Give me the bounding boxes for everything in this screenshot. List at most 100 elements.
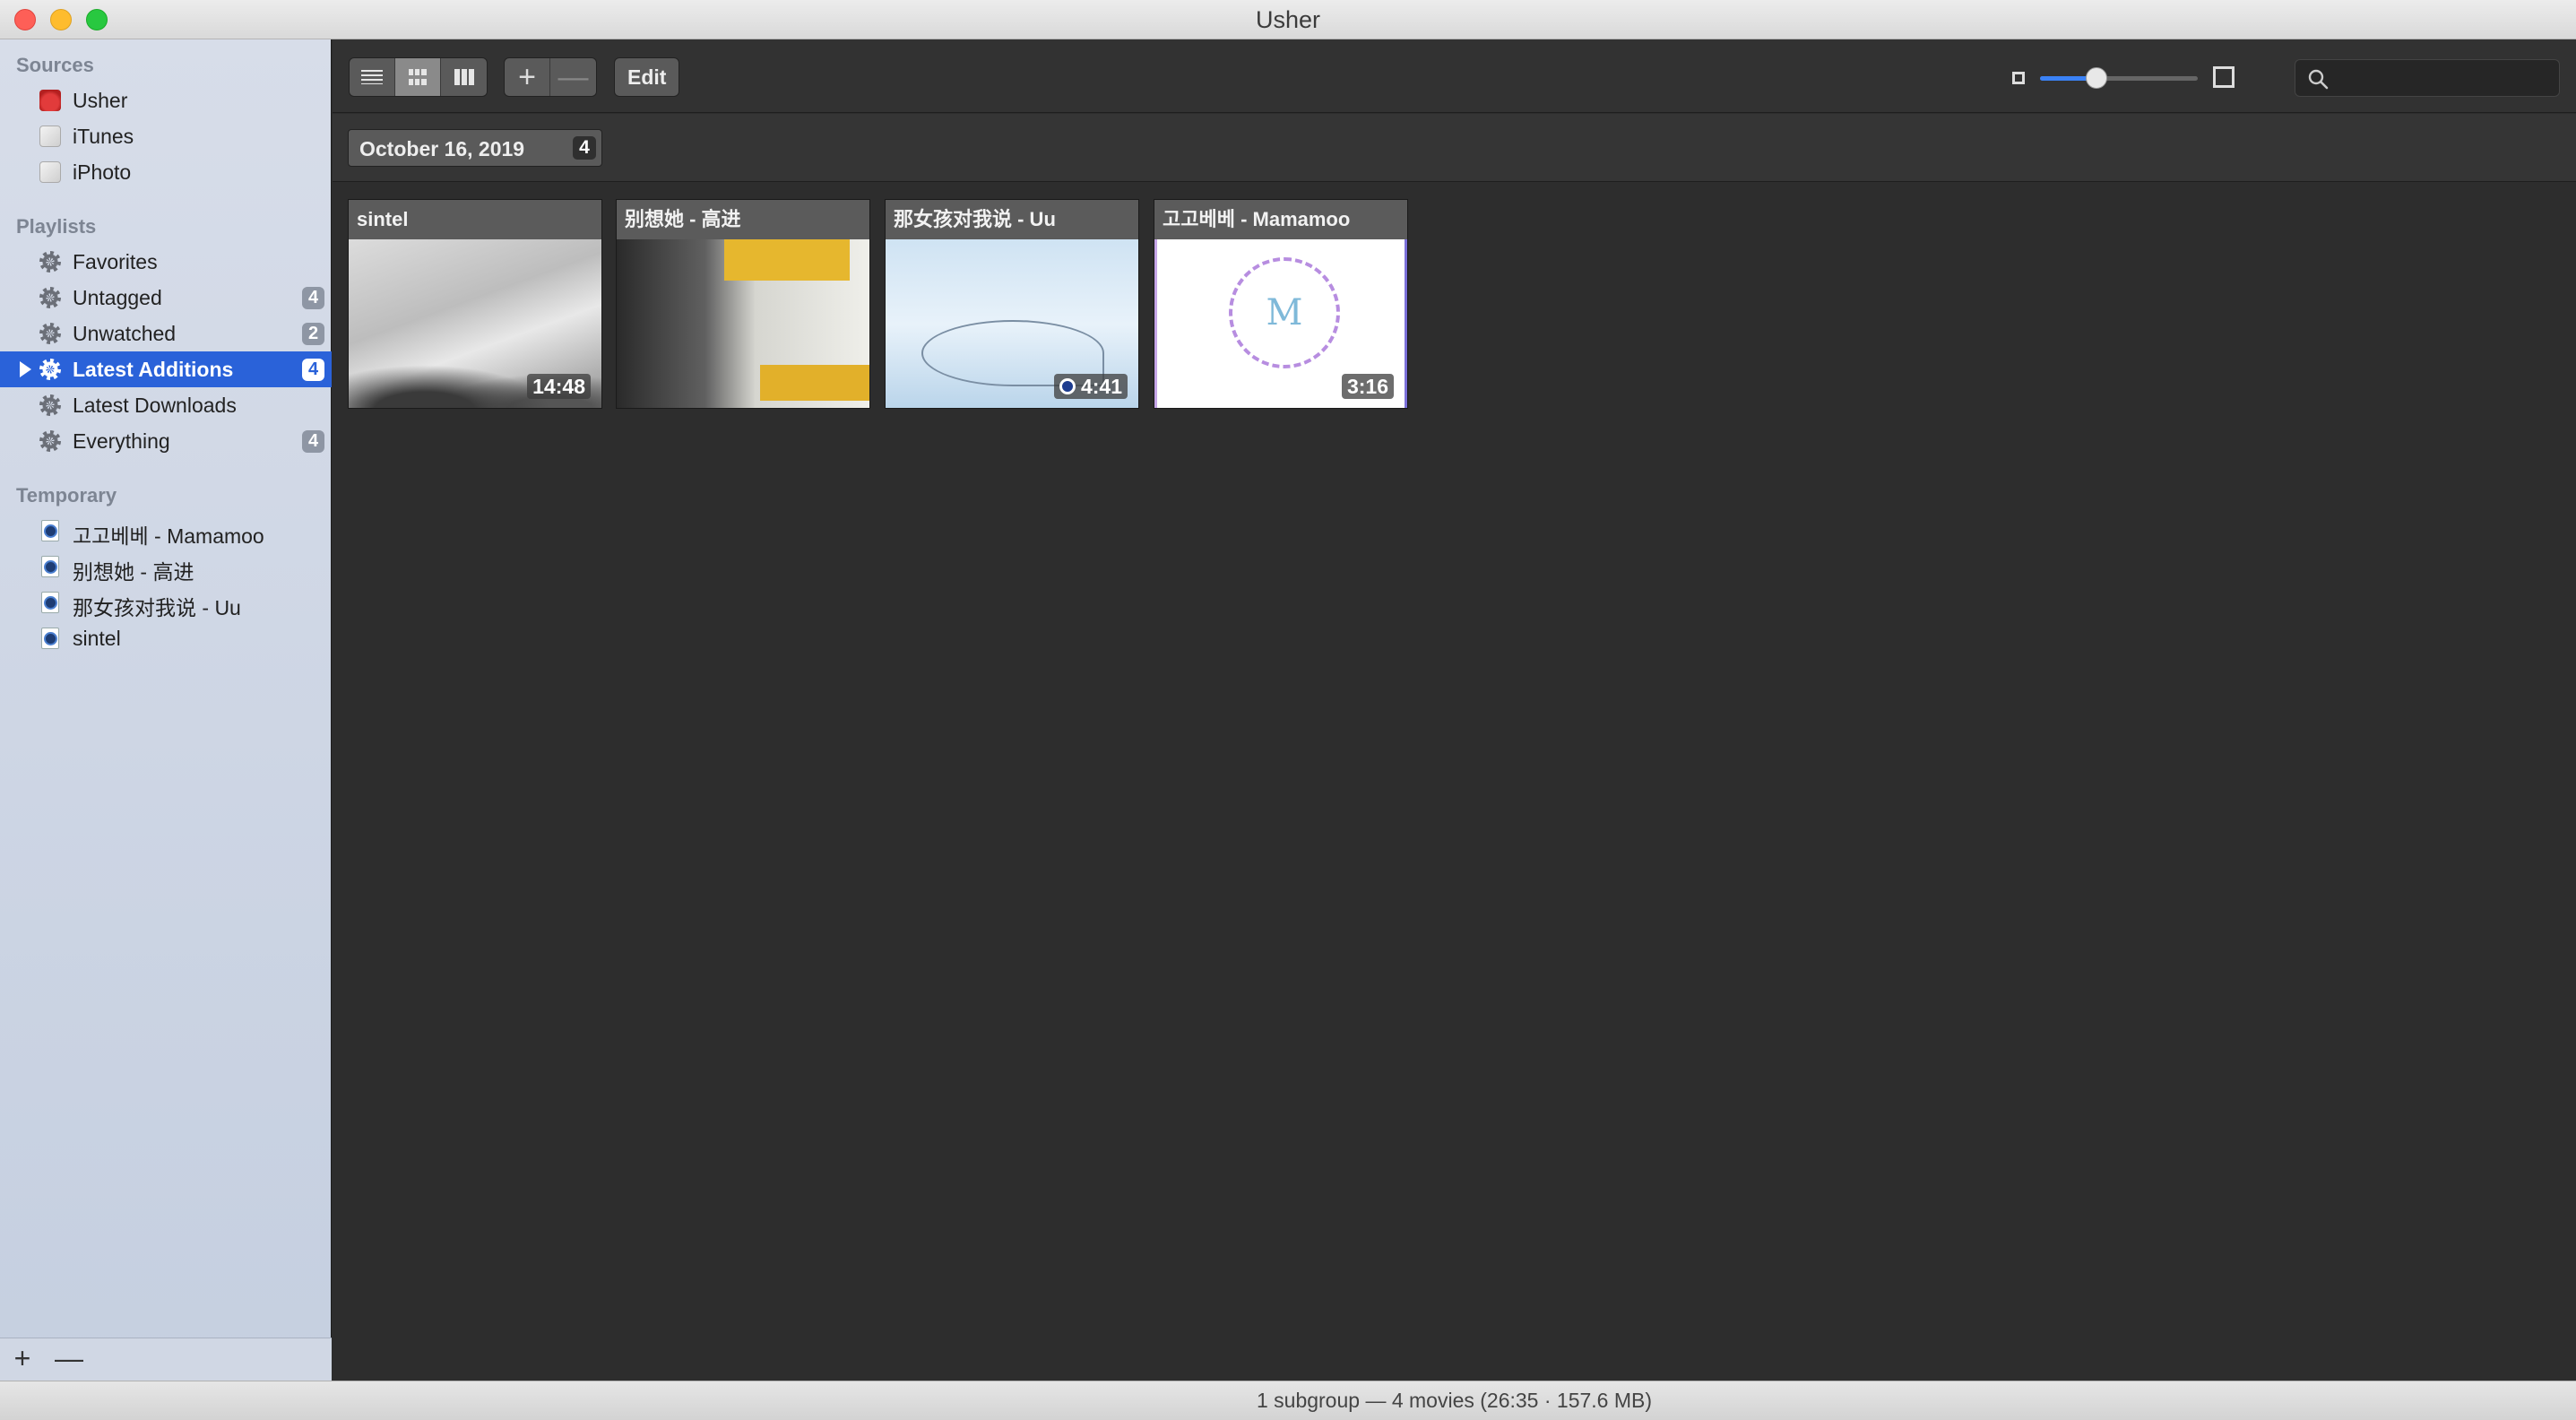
movie-file-icon bbox=[39, 628, 61, 649]
movie-tile[interactable]: 别想她 - 高进 3:50 bbox=[616, 199, 870, 409]
gear-icon bbox=[39, 359, 61, 380]
gear-icon bbox=[39, 430, 61, 452]
date-group-button[interactable]: October 16, 2019 4 bbox=[348, 129, 602, 167]
sidebar-item-label: Favorites bbox=[73, 250, 158, 273]
unwatched-dot-icon bbox=[790, 378, 807, 394]
movie-file-icon bbox=[39, 592, 61, 613]
status-bar: 1 subgroup — 4 movies (26:35 · 157.6 MB) bbox=[0, 1381, 2576, 1420]
count-badge: 4 bbox=[302, 430, 324, 453]
sidebar-item-label: Untagged bbox=[73, 286, 162, 309]
zoom-out-icon[interactable] bbox=[2012, 72, 2025, 84]
edit-button[interactable]: Edit bbox=[614, 57, 680, 97]
sidebar-item-untagged[interactable]: Untagged 4 bbox=[0, 280, 332, 316]
unwatched-dot-icon bbox=[1059, 378, 1076, 394]
duration-text: 3:50 bbox=[811, 375, 853, 398]
search-input[interactable] bbox=[2335, 64, 2550, 92]
group-count-badge: 4 bbox=[573, 136, 596, 160]
sidebar-item-temporary-movie[interactable]: sintel bbox=[0, 620, 332, 656]
status-text: 1 subgroup — 4 movies (26:35 · 157.6 MB) bbox=[1256, 1389, 1653, 1412]
sidebar-item-label: iTunes bbox=[73, 125, 134, 148]
iphoto-icon bbox=[39, 161, 61, 183]
grid-view-button[interactable] bbox=[395, 58, 441, 96]
movie-title: 那女孩对我说 - Uu bbox=[886, 200, 1138, 239]
group-header: October 16, 2019 4 bbox=[333, 114, 2576, 182]
duration-text: 14:48 bbox=[532, 375, 585, 398]
add-playlist-button[interactable]: + bbox=[7, 1344, 38, 1374]
sidebar-item-label: sintel bbox=[73, 627, 121, 650]
movie-file-icon bbox=[39, 520, 61, 541]
count-badge: 2 bbox=[302, 323, 324, 345]
gear-icon bbox=[39, 394, 61, 416]
add-remove-segmented-control: + — bbox=[504, 57, 597, 97]
movie-tile[interactable]: 那女孩对我说 - Uu 4:41 bbox=[885, 199, 1139, 409]
movie-title: 别想她 - 高进 bbox=[617, 200, 869, 239]
movie-browser: October 16, 2019 4 sintel 14:48 别想她 - 高进… bbox=[333, 114, 2576, 1381]
view-mode-segmented-control bbox=[349, 57, 488, 97]
thumbnail-size-slider[interactable] bbox=[2040, 76, 2198, 81]
mamamoo-logo-icon bbox=[1229, 257, 1340, 368]
sidebar-item-label: Unwatched bbox=[73, 322, 177, 345]
sidebar-item-latest-downloads[interactable]: Latest Downloads bbox=[0, 387, 332, 423]
duration-badge: 3:16 bbox=[1341, 374, 1394, 399]
movie-tile[interactable]: 고고베베 - Mamamoo 3:16 bbox=[1154, 199, 1408, 409]
duration-text: 4:41 bbox=[1080, 375, 1122, 398]
duration-badge: 14:48 bbox=[527, 374, 591, 399]
sidebar-item-favorites[interactable]: Favorites bbox=[0, 244, 332, 280]
add-movie-button[interactable]: + bbox=[505, 58, 550, 96]
itunes-icon bbox=[39, 126, 61, 147]
sidebar-item-label: Latest Additions bbox=[73, 358, 234, 381]
usher-app-icon bbox=[39, 90, 61, 111]
sidebar-item-latest-additions[interactable]: Latest Additions 4 bbox=[0, 351, 332, 387]
list-view-icon bbox=[361, 70, 383, 84]
sidebar-item-itunes[interactable]: iTunes bbox=[0, 118, 332, 154]
movie-title: 고고베베 - Mamamoo bbox=[1154, 200, 1407, 239]
window-title: Usher bbox=[1255, 6, 1321, 33]
gear-icon bbox=[39, 251, 61, 273]
section-heading-sources: Sources bbox=[16, 54, 94, 76]
duration-badge: 4:41 bbox=[1053, 374, 1128, 399]
movie-tile[interactable]: sintel 14:48 bbox=[348, 199, 602, 409]
sidebar-item-label: Usher bbox=[73, 89, 128, 112]
sidebar-item-iphoto[interactable]: iPhoto bbox=[0, 154, 332, 190]
group-date: October 16, 2019 bbox=[359, 137, 525, 160]
section-heading-temporary: Temporary bbox=[16, 484, 117, 507]
sidebar-footer: + — bbox=[0, 1338, 332, 1381]
gear-icon bbox=[39, 287, 61, 308]
sidebar-item-unwatched[interactable]: Unwatched 2 bbox=[0, 316, 332, 351]
count-badge: 4 bbox=[302, 287, 324, 309]
sidebar-item-label: 고고베베 - Mamamoo bbox=[73, 524, 264, 548]
movie-thumbnail: 4:41 bbox=[886, 239, 1138, 408]
search-icon bbox=[2308, 69, 2329, 90]
duration-text: 3:16 bbox=[1346, 375, 1388, 398]
duration-badge: 3:50 bbox=[784, 374, 859, 399]
sidebar-item-label: 那女孩对我说 - Uu bbox=[73, 596, 241, 619]
grid-view-icon bbox=[409, 69, 427, 85]
toolbar: + — Edit bbox=[333, 39, 2576, 113]
column-view-button[interactable] bbox=[441, 58, 487, 96]
disclosure-triangle-icon[interactable] bbox=[20, 361, 31, 377]
movie-file-icon bbox=[39, 556, 61, 577]
sidebar-item-label: iPhoto bbox=[73, 160, 132, 184]
column-view-icon bbox=[454, 69, 474, 85]
movie-thumbnail: 3:50 bbox=[617, 239, 869, 408]
movie-title: sintel bbox=[349, 200, 601, 239]
zoom-in-icon[interactable] bbox=[2213, 66, 2235, 88]
sidebar-item-temporary-movie[interactable]: 那女孩对我说 - Uu bbox=[0, 584, 332, 620]
sidebar-item-usher[interactable]: Usher bbox=[0, 82, 332, 118]
sidebar-item-everything[interactable]: Everything 4 bbox=[0, 423, 332, 459]
sidebar-item-label: 别想她 - 高进 bbox=[73, 560, 194, 584]
movie-thumbnail: 14:48 bbox=[349, 239, 601, 408]
slider-knob[interactable] bbox=[2086, 67, 2107, 89]
search-field[interactable] bbox=[2295, 59, 2560, 97]
sidebar-item-label: Latest Downloads bbox=[73, 394, 237, 417]
gear-icon bbox=[39, 323, 61, 344]
sidebar: Sources Usher iTunes iPhoto Playlists Fa… bbox=[0, 39, 332, 1381]
count-badge: 4 bbox=[302, 359, 324, 381]
remove-playlist-button[interactable]: — bbox=[54, 1344, 84, 1374]
sidebar-item-temporary-movie[interactable]: 别想她 - 高进 bbox=[0, 549, 332, 584]
title-bar: Usher bbox=[0, 0, 2576, 39]
movie-thumbnail: 3:16 bbox=[1154, 239, 1407, 408]
sidebar-item-temporary-movie[interactable]: 고고베베 - Mamamoo bbox=[0, 513, 332, 549]
remove-movie-button[interactable]: — bbox=[550, 58, 596, 96]
list-view-button[interactable] bbox=[350, 58, 395, 96]
